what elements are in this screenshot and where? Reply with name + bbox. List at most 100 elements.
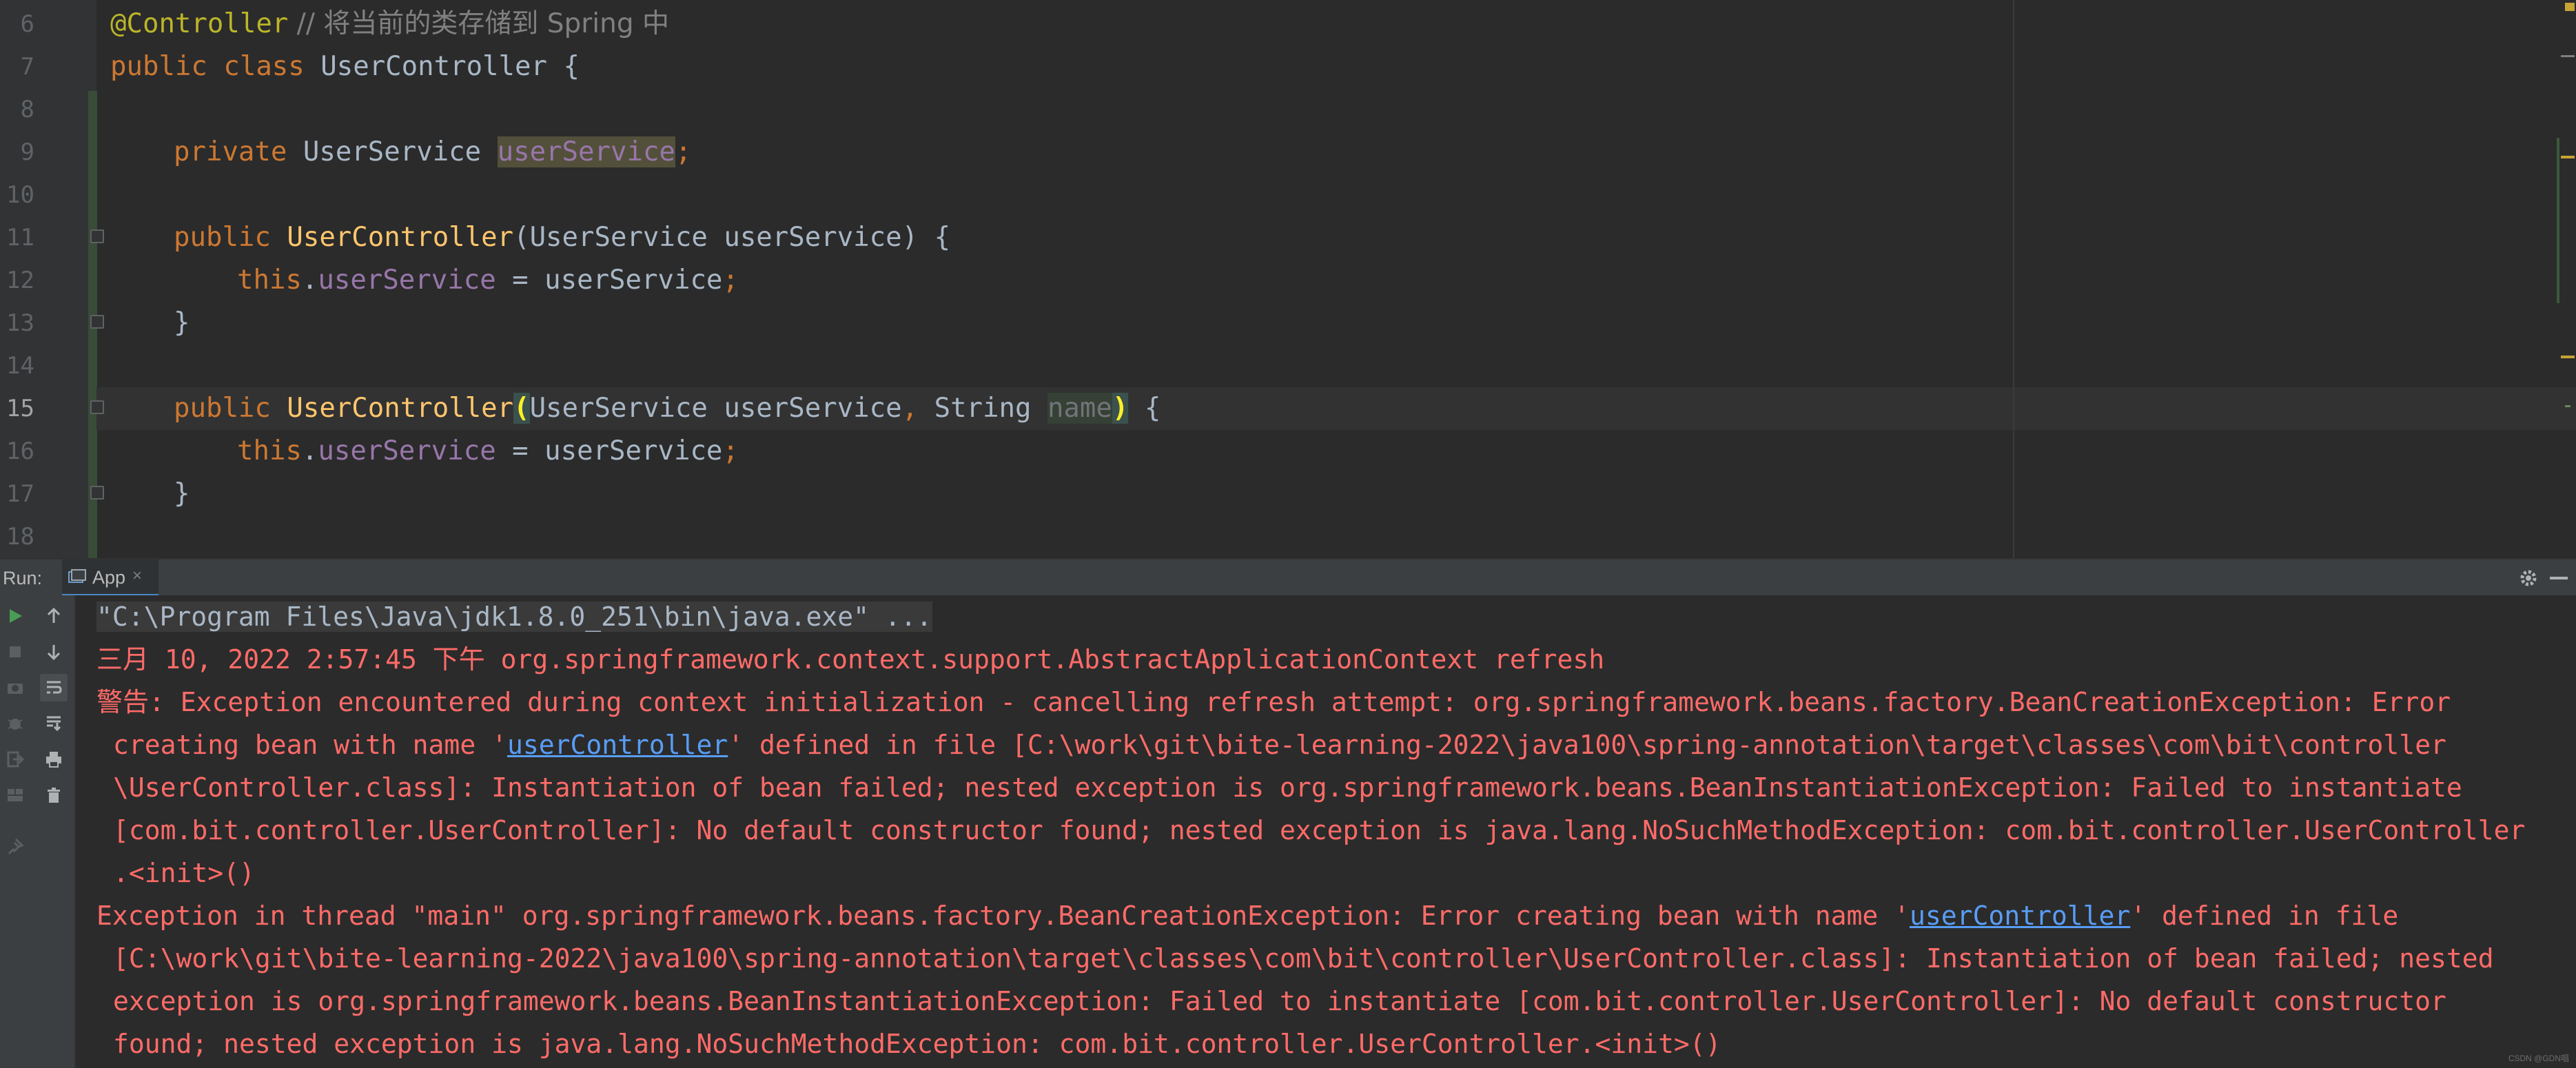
console-output[interactable]: "C:\Program Files\Java\jdk1.8.0_251\bin\… <box>76 595 2576 1068</box>
code-line-12[interactable]: this.userService = userService; <box>237 259 739 302</box>
code-line-11[interactable]: public UserController(UserService userSe… <box>174 216 950 259</box>
bean-link[interactable]: userController <box>1910 901 2130 931</box>
code-editor[interactable]: 6 7 8 9 10 11 12 13 14 15 16 17 18 @Cont… <box>0 0 2576 558</box>
line-number: 12 <box>6 267 34 294</box>
field-name: userService <box>318 265 496 296</box>
fold-marker-icon[interactable] <box>90 315 104 329</box>
console-text: Exception in thread "main" org.springfra… <box>96 901 1910 931</box>
fold-marker-icon[interactable] <box>90 229 104 243</box>
parameter: UserService userService <box>529 393 902 424</box>
type-name: UserService <box>287 136 498 167</box>
assignment: = userService <box>495 265 723 296</box>
closing-brace: } <box>174 307 190 338</box>
code-line-16[interactable]: this.userService = userService; <box>237 430 739 473</box>
line-number: 13 <box>6 309 34 337</box>
closing-brace: } <box>174 478 190 509</box>
semicolon: ; <box>675 136 692 167</box>
semicolon: ; <box>722 435 739 466</box>
open-brace: { <box>1128 393 1161 424</box>
field-name: userService <box>318 435 496 466</box>
keyword: class <box>207 51 305 82</box>
bean-link[interactable]: userController <box>507 730 728 760</box>
stop-icon[interactable] <box>1 638 29 666</box>
dot: . <box>301 435 318 466</box>
scrollbar-change-track <box>2557 138 2559 303</box>
scroll-marker[interactable] <box>2561 55 2575 57</box>
console-text: ' defined in file <box>2130 901 2399 931</box>
scroll-up-icon[interactable] <box>40 602 68 630</box>
keyword: this <box>237 265 302 296</box>
code-line-13[interactable]: } <box>174 302 190 345</box>
paren-open: ( <box>513 393 530 424</box>
semicolon: ; <box>722 265 739 296</box>
scroll-down-icon[interactable] <box>40 638 68 666</box>
right-margin-guide <box>2013 0 2014 558</box>
exit-icon[interactable] <box>1 746 29 773</box>
warning-stripe[interactable] <box>2561 156 2575 158</box>
console-line-warning: \UserController.class]: Instantiation of… <box>113 772 2462 803</box>
scroll-marker[interactable] <box>2565 405 2570 407</box>
field-name: userService <box>497 136 675 167</box>
class-declaration: UserController { <box>304 51 580 82</box>
console-text: ' defined in file [C:\work\git\bite-lear… <box>728 730 2446 760</box>
command-text: "C:\Program Files\Java\jdk1.8.0_251\bin\… <box>96 602 932 632</box>
pin-icon[interactable] <box>1 832 29 860</box>
tab-label: App <box>92 567 126 588</box>
clear-icon[interactable] <box>40 781 68 809</box>
line-number: 7 <box>20 53 34 81</box>
assignment: = userService <box>495 435 723 466</box>
parameter-list: (UserService userService) { <box>513 222 951 253</box>
warning-stripe[interactable] <box>2565 3 2575 11</box>
line-number-current: 15 <box>6 395 34 422</box>
fold-marker-icon[interactable] <box>90 486 104 500</box>
line-number: 6 <box>20 10 34 38</box>
console-text: creating bean with name ' <box>113 730 507 760</box>
line-number: 11 <box>6 224 34 251</box>
watermark: CSDN @GDN唱 <box>2508 1054 2569 1063</box>
line-number: 16 <box>6 438 34 465</box>
line-number: 18 <box>6 523 34 551</box>
camera-icon[interactable] <box>1 674 29 701</box>
run-toolbar <box>0 595 74 1068</box>
code-line-7[interactable]: public class UserController { <box>110 45 580 88</box>
console-line-warning: [com.bit.controller.UserController]: No … <box>113 815 2526 845</box>
keyword: this <box>237 435 302 466</box>
application-icon <box>68 569 86 583</box>
layout-icon[interactable] <box>1 781 29 809</box>
annotation: @Controller <box>110 8 289 39</box>
unused-parameter: name <box>1047 393 1112 424</box>
run-tool-window-header: Run: App × <box>0 558 2576 597</box>
console-line-exception: [C:\work\git\bite-learning-2022\java100\… <box>113 943 2494 974</box>
tab-app[interactable]: App × <box>62 559 159 597</box>
warning-stripe[interactable] <box>2561 356 2575 358</box>
gear-icon[interactable] <box>2517 566 2540 590</box>
keyword: public <box>174 222 271 253</box>
constructor-name: UserController <box>270 222 514 253</box>
paren-close: ) <box>1112 393 1129 424</box>
console-line-warning: .<init>() <box>113 858 255 888</box>
keyword: public <box>174 393 271 424</box>
rerun-icon[interactable] <box>1 602 29 630</box>
fold-marker-icon[interactable] <box>90 400 104 414</box>
type-name: String <box>918 393 1047 424</box>
comma: , <box>901 393 919 424</box>
code-line-17[interactable]: } <box>174 473 190 515</box>
console-line-warning: creating bean with name 'userController'… <box>113 723 2446 766</box>
close-icon[interactable]: × <box>132 566 142 586</box>
keyword: public <box>110 51 207 82</box>
dot: . <box>301 265 318 296</box>
keyword: private <box>174 136 287 167</box>
soft-wrap-icon[interactable] <box>40 674 68 701</box>
minimize-icon[interactable] <box>2550 577 2568 579</box>
console-line-exception: exception is org.springframework.beans.B… <box>113 986 2446 1016</box>
code-line-6[interactable]: @Controller // 将当前的类存储到 Spring 中 <box>110 3 669 45</box>
scroll-to-end-icon[interactable] <box>40 710 68 737</box>
debug-icon[interactable] <box>1 710 29 737</box>
print-icon[interactable] <box>40 746 68 773</box>
constructor-name: UserController <box>270 393 514 424</box>
code-line-9[interactable]: private UserService userService; <box>174 131 691 174</box>
line-number: 17 <box>6 480 34 508</box>
console-line-log: 三月 10, 2022 2:57:45 下午 org.springframewo… <box>96 644 1605 675</box>
code-line-15[interactable]: public UserController(UserService userSe… <box>174 387 1161 430</box>
line-number: 10 <box>6 181 34 209</box>
